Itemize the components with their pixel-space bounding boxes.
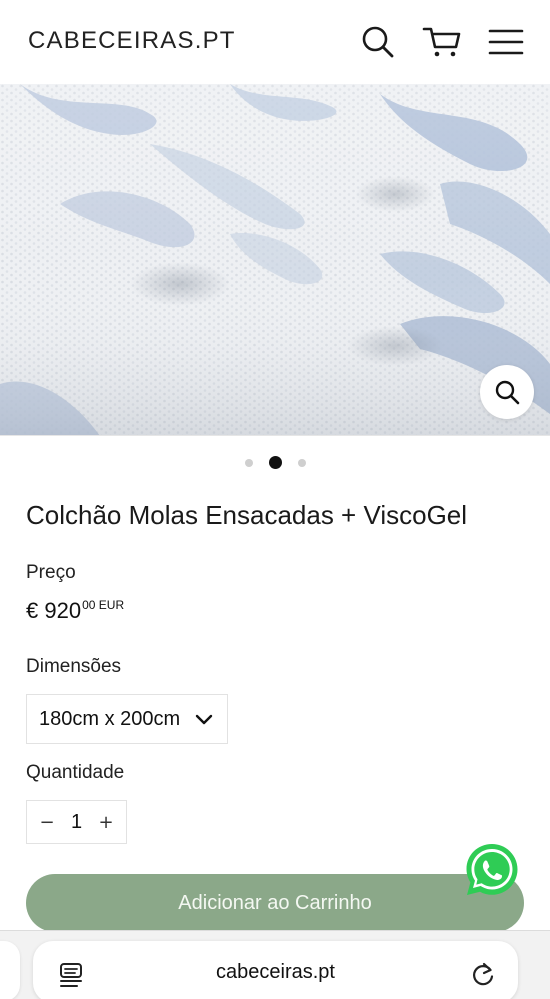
quantity-decrease-button[interactable]: − (37, 812, 57, 833)
quantity-stepper: − 1 + (26, 800, 127, 844)
product-image[interactable] (0, 84, 550, 436)
whatsapp-icon (466, 844, 518, 895)
price-integer: 920 (44, 598, 82, 623)
quantity-increase-button[interactable]: + (96, 812, 116, 833)
price-cents: 00 EUR (82, 598, 125, 612)
previous-tab[interactable] (0, 941, 20, 999)
dimensions-value: 180cm x 200cm (39, 707, 181, 730)
whatsapp-button[interactable] (462, 840, 522, 900)
dimensions-label: Dimensões (26, 656, 122, 677)
add-to-cart-button[interactable]: Adicionar ao Carrinho (26, 874, 524, 932)
browser-toolbar: cabeceiras.pt (0, 930, 550, 999)
url-text[interactable]: cabeceiras.pt (33, 961, 518, 984)
quantity-label: Quantidade (26, 762, 125, 783)
dimensions-select[interactable]: 180cm x 200cm (26, 694, 228, 744)
chevron-down-icon (195, 714, 213, 725)
carousel-dots (0, 456, 550, 469)
address-bar[interactable]: cabeceiras.pt (33, 941, 518, 999)
site-logo[interactable]: CABECEIRAS.PT (28, 27, 236, 55)
price-currency: € (26, 598, 39, 623)
zoom-button[interactable] (480, 365, 534, 419)
cart-icon[interactable] (422, 22, 462, 62)
site-header: CABECEIRAS.PT (0, 0, 550, 84)
product-title: Colchão Molas Ensacadas + ViscoGel (26, 500, 468, 530)
product-price: € 92000 EUR (26, 598, 124, 624)
search-icon[interactable] (358, 22, 398, 62)
zoom-icon (495, 380, 520, 405)
price-label: Preço (26, 562, 76, 583)
menu-icon[interactable] (486, 22, 526, 62)
reload-icon[interactable] (469, 961, 497, 989)
carousel-dot-3[interactable] (297, 458, 306, 467)
carousel-dot-1[interactable] (244, 458, 253, 467)
carousel-dot-2[interactable] (268, 456, 282, 469)
quantity-value[interactable]: 1 (71, 811, 82, 834)
mattress-fabric-photo (0, 84, 550, 435)
